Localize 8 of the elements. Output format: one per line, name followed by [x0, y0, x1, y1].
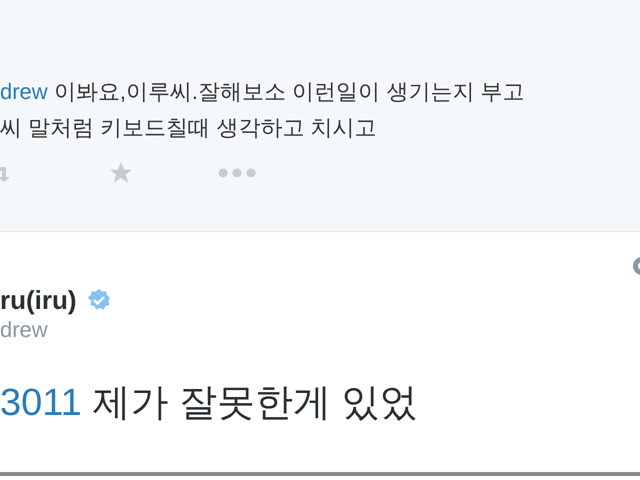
mention-link[interactable]: 3011: [0, 382, 82, 424]
tweet-text: 제가 잘못한게 있었: [92, 382, 418, 424]
more-icon[interactable]: [218, 168, 256, 178]
user-handle[interactable]: drew: [0, 317, 48, 342]
user-name[interactable]: ru(iru): [0, 284, 77, 316]
mention-link[interactable]: drew: [0, 79, 48, 104]
tweet-text: 이봐요,이루씨.잘해보소 이런일이 생기는지 부고: [54, 79, 524, 104]
tweet-text: 씨 말처럼 키보드칠때 생각하고 치시고: [0, 115, 376, 140]
